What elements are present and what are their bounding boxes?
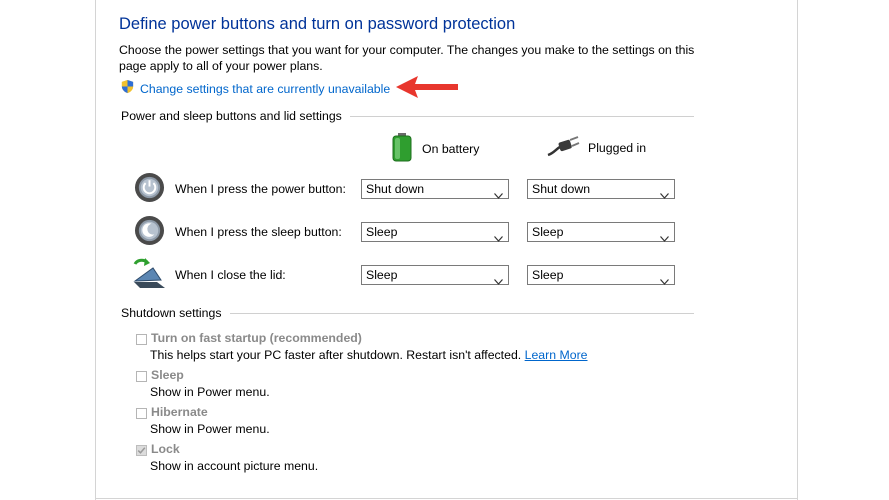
column-plugged-in-label: Plugged in — [588, 140, 647, 155]
select-value: Sleep — [532, 225, 564, 239]
row-power-button-label: When I press the power button: — [175, 182, 346, 196]
panel-bottom-border — [95, 498, 798, 499]
fast-startup-label: Turn on fast startup (recommended) — [151, 331, 362, 345]
change-settings-link-text: Change settings that are currently unava… — [140, 82, 391, 96]
sleep-button-icon — [134, 215, 165, 251]
hibernate-option-label: Hibernate — [151, 405, 208, 419]
chevron-down-icon — [660, 272, 669, 290]
hibernate-checkbox[interactable] — [136, 408, 147, 419]
row-sleep-button-label: When I press the sleep button: — [175, 225, 342, 239]
column-on-battery: On battery — [390, 132, 479, 165]
fast-startup-desc-text: This helps start your PC faster after sh… — [150, 348, 522, 362]
panel-left-border — [95, 0, 96, 500]
close-lid-plugged-select[interactable]: Sleep — [527, 265, 675, 285]
panel-right-border — [797, 0, 798, 500]
column-on-battery-label: On battery — [422, 141, 480, 156]
laptop-lid-icon — [131, 258, 167, 295]
uac-shield-icon — [120, 79, 135, 99]
row-close-lid-label: When I close the lid: — [175, 268, 286, 282]
sleep-option-description: Show in Power menu. — [150, 385, 270, 399]
chevron-down-icon — [494, 229, 503, 247]
close-lid-battery-select[interactable]: Sleep — [361, 265, 509, 285]
power-section-title: Power and sleep buttons and lid settings — [121, 109, 342, 123]
select-value: Shut down — [366, 182, 425, 196]
power-button-battery-select[interactable]: Shut down — [361, 179, 509, 199]
select-value: Sleep — [366, 225, 398, 239]
power-button-plugged-select[interactable]: Shut down — [527, 179, 675, 199]
fast-startup-checkbox[interactable] — [136, 334, 147, 345]
power-plug-icon — [546, 135, 580, 160]
select-value: Sleep — [366, 268, 398, 282]
lock-option-description: Show in account picture menu. — [150, 459, 319, 473]
chevron-down-icon — [660, 229, 669, 247]
annotation-arrow-icon — [396, 72, 460, 107]
lock-option-label: Lock — [151, 442, 180, 456]
power-button-icon — [134, 172, 165, 208]
sleep-button-battery-select[interactable]: Sleep — [361, 222, 509, 242]
learn-more-link[interactable]: Learn More — [525, 348, 588, 362]
lock-checkbox[interactable] — [136, 445, 147, 456]
select-value: Sleep — [532, 268, 564, 282]
checkmark-icon — [137, 447, 146, 454]
shutdown-section-title: Shutdown settings — [121, 306, 222, 320]
chevron-down-icon — [494, 272, 503, 290]
sleep-option-label: Sleep — [151, 368, 184, 382]
sleep-checkbox[interactable] — [136, 371, 147, 382]
page-title: Define power buttons and turn on passwor… — [119, 15, 516, 33]
page-description: Choose the power settings that you want … — [119, 43, 695, 73]
fast-startup-description: This helps start your PC faster after sh… — [150, 348, 588, 362]
sleep-button-plugged-select[interactable]: Sleep — [527, 222, 675, 242]
change-settings-link[interactable]: Change settings that are currently unava… — [120, 79, 390, 99]
hibernate-option-description: Show in Power menu. — [150, 422, 270, 436]
chevron-down-icon — [660, 186, 669, 204]
select-value: Shut down — [532, 182, 591, 196]
column-plugged-in: Plugged in — [546, 135, 646, 160]
power-section-divider — [350, 116, 694, 117]
chevron-down-icon — [494, 186, 503, 204]
battery-icon — [390, 132, 414, 165]
shutdown-section-divider — [230, 313, 694, 314]
